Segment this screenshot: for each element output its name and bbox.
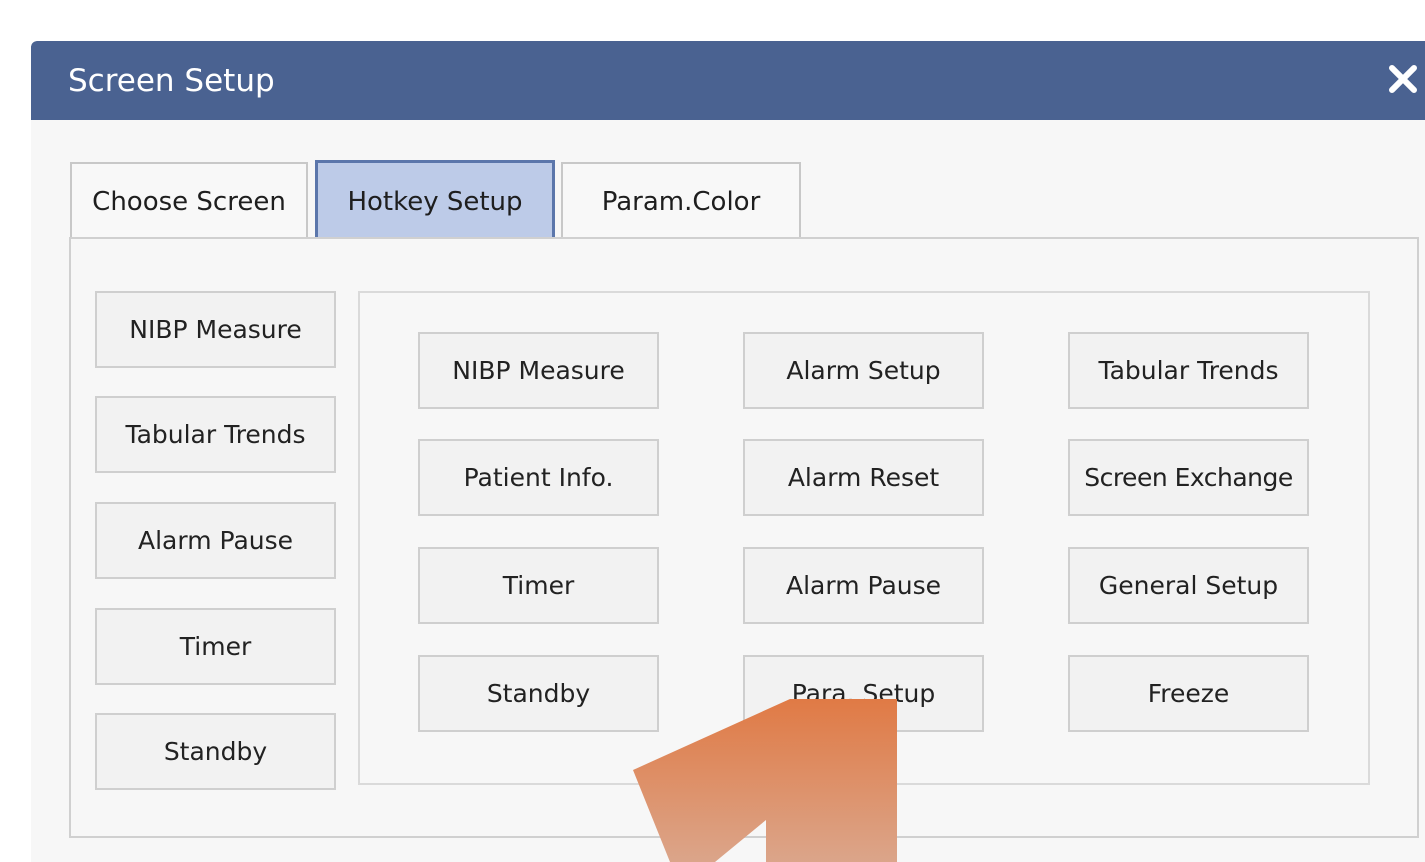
hotkey-option-alarm-pause[interactable]: Alarm Pause — [743, 547, 984, 624]
selected-hotkey-slot-3[interactable]: Alarm Pause — [95, 502, 336, 579]
selected-hotkey-slot-5[interactable]: Standby — [95, 713, 336, 790]
close-button[interactable] — [1383, 59, 1423, 99]
selected-hotkey-slot-1[interactable]: NIBP Measure — [95, 291, 336, 368]
hotkey-option-patient-info[interactable]: Patient Info. — [418, 439, 659, 516]
hotkey-option-tabular-trends[interactable]: Tabular Trends — [1068, 332, 1309, 409]
tab-choose-screen[interactable]: Choose Screen — [70, 162, 308, 239]
hotkey-option-para-setup[interactable]: Para. Setup — [743, 655, 984, 732]
tab-param-color[interactable]: Param.Color — [561, 162, 801, 239]
hotkey-option-standby[interactable]: Standby — [418, 655, 659, 732]
hotkey-option-screen-exchange[interactable]: Screen Exchange — [1068, 439, 1309, 516]
hotkey-option-alarm-reset[interactable]: Alarm Reset — [743, 439, 984, 516]
hotkey-option-freeze[interactable]: Freeze — [1068, 655, 1309, 732]
hotkey-option-general-setup[interactable]: General Setup — [1068, 547, 1309, 624]
screen-setup-dialog: Screen Setup Choose Screen Hotkey Setup … — [31, 41, 1425, 862]
hotkey-option-nibp-measure[interactable]: NIBP Measure — [418, 332, 659, 409]
close-icon — [1389, 65, 1417, 93]
hotkey-option-alarm-setup[interactable]: Alarm Setup — [743, 332, 984, 409]
hotkey-option-timer[interactable]: Timer — [418, 547, 659, 624]
tab-hotkey-setup[interactable]: Hotkey Setup — [315, 160, 555, 239]
selected-hotkey-slot-2[interactable]: Tabular Trends — [95, 396, 336, 473]
dialog-titlebar: Screen Setup — [31, 41, 1425, 120]
selected-hotkey-slot-4[interactable]: Timer — [95, 608, 336, 685]
dialog-title: Screen Setup — [68, 63, 275, 99]
